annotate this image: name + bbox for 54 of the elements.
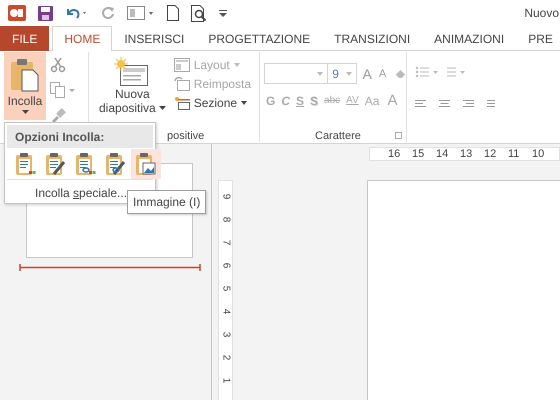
grow-font-button[interactable]: A xyxy=(360,66,374,82)
group-label: Carattere xyxy=(315,130,361,142)
format-button[interactable]: abc xyxy=(322,95,342,106)
caret-icon xyxy=(22,110,28,114)
paste-button[interactable]: Incolla xyxy=(4,52,46,120)
clipboard-icon xyxy=(105,152,127,176)
format-button[interactable]: G xyxy=(264,94,278,108)
horizontal-ruler: 16 15 14 13 12 11 10 xyxy=(369,147,560,161)
ribbon-tab[interactable]: PROGETTAZIONE xyxy=(196,26,322,51)
format-button[interactable]: S xyxy=(308,94,320,108)
caret-icon xyxy=(317,72,324,76)
layout-icon xyxy=(174,58,190,72)
paste-special-menu-item[interactable]: Incolla speciale... xyxy=(35,186,128,200)
new-document-icon[interactable] xyxy=(167,5,179,21)
new-slide-icon xyxy=(114,57,150,87)
clipboard-icon xyxy=(75,152,97,176)
caret-icon xyxy=(234,63,240,67)
menu-header: Opzioni Incolla: xyxy=(7,125,153,148)
format-button[interactable]: AV xyxy=(344,95,361,106)
clipboard-icon xyxy=(45,152,67,176)
tooltip: Immagine (I) xyxy=(127,190,206,214)
format-button[interactable]: C xyxy=(279,94,292,108)
clipboard-icon xyxy=(15,152,37,176)
customize-menu-icon[interactable] xyxy=(219,8,227,18)
section-button[interactable]: Sezione xyxy=(172,95,254,111)
font-name-field[interactable] xyxy=(264,63,328,84)
shrink-font-button[interactable]: A xyxy=(376,68,388,80)
caret-icon xyxy=(346,72,352,76)
clipboard-icon xyxy=(135,152,157,176)
ribbon-tab[interactable]: ANIMAZIONI xyxy=(422,26,516,51)
app-logo-icon[interactable] xyxy=(8,5,26,21)
save-icon[interactable] xyxy=(38,6,53,20)
group-label: positive xyxy=(167,130,204,142)
reset-icon xyxy=(174,77,190,91)
caret-icon xyxy=(241,101,248,105)
ribbon-tab[interactable]: TRANSIZIONI xyxy=(322,26,422,51)
file-tab[interactable]: FILE xyxy=(0,26,50,51)
format-button[interactable]: Aa xyxy=(362,94,382,108)
format-button[interactable]: S xyxy=(294,94,306,108)
print-preview-icon[interactable] xyxy=(191,4,207,22)
vertical-ruler: 9 8 7 6 5 4 3 2 1 xyxy=(218,180,233,400)
window-title: Nuovo xyxy=(524,6,559,20)
font-color-button[interactable]: A xyxy=(385,92,400,109)
undo-icon[interactable] xyxy=(65,6,89,20)
ribbon-tab[interactable]: PRE xyxy=(516,26,560,51)
paste-option-icon[interactable] xyxy=(131,149,161,179)
caret-icon xyxy=(158,106,166,110)
ribbon-tab[interactable]: HOME xyxy=(52,26,112,51)
font-size-field[interactable]: 9 xyxy=(327,63,358,84)
section-icon xyxy=(174,96,190,110)
layout-icon[interactable] xyxy=(127,6,155,20)
clipboard-icon xyxy=(10,56,40,92)
scissors-icon[interactable] xyxy=(50,57,66,73)
ribbon-tab[interactable]: INSERISCI xyxy=(112,26,196,51)
